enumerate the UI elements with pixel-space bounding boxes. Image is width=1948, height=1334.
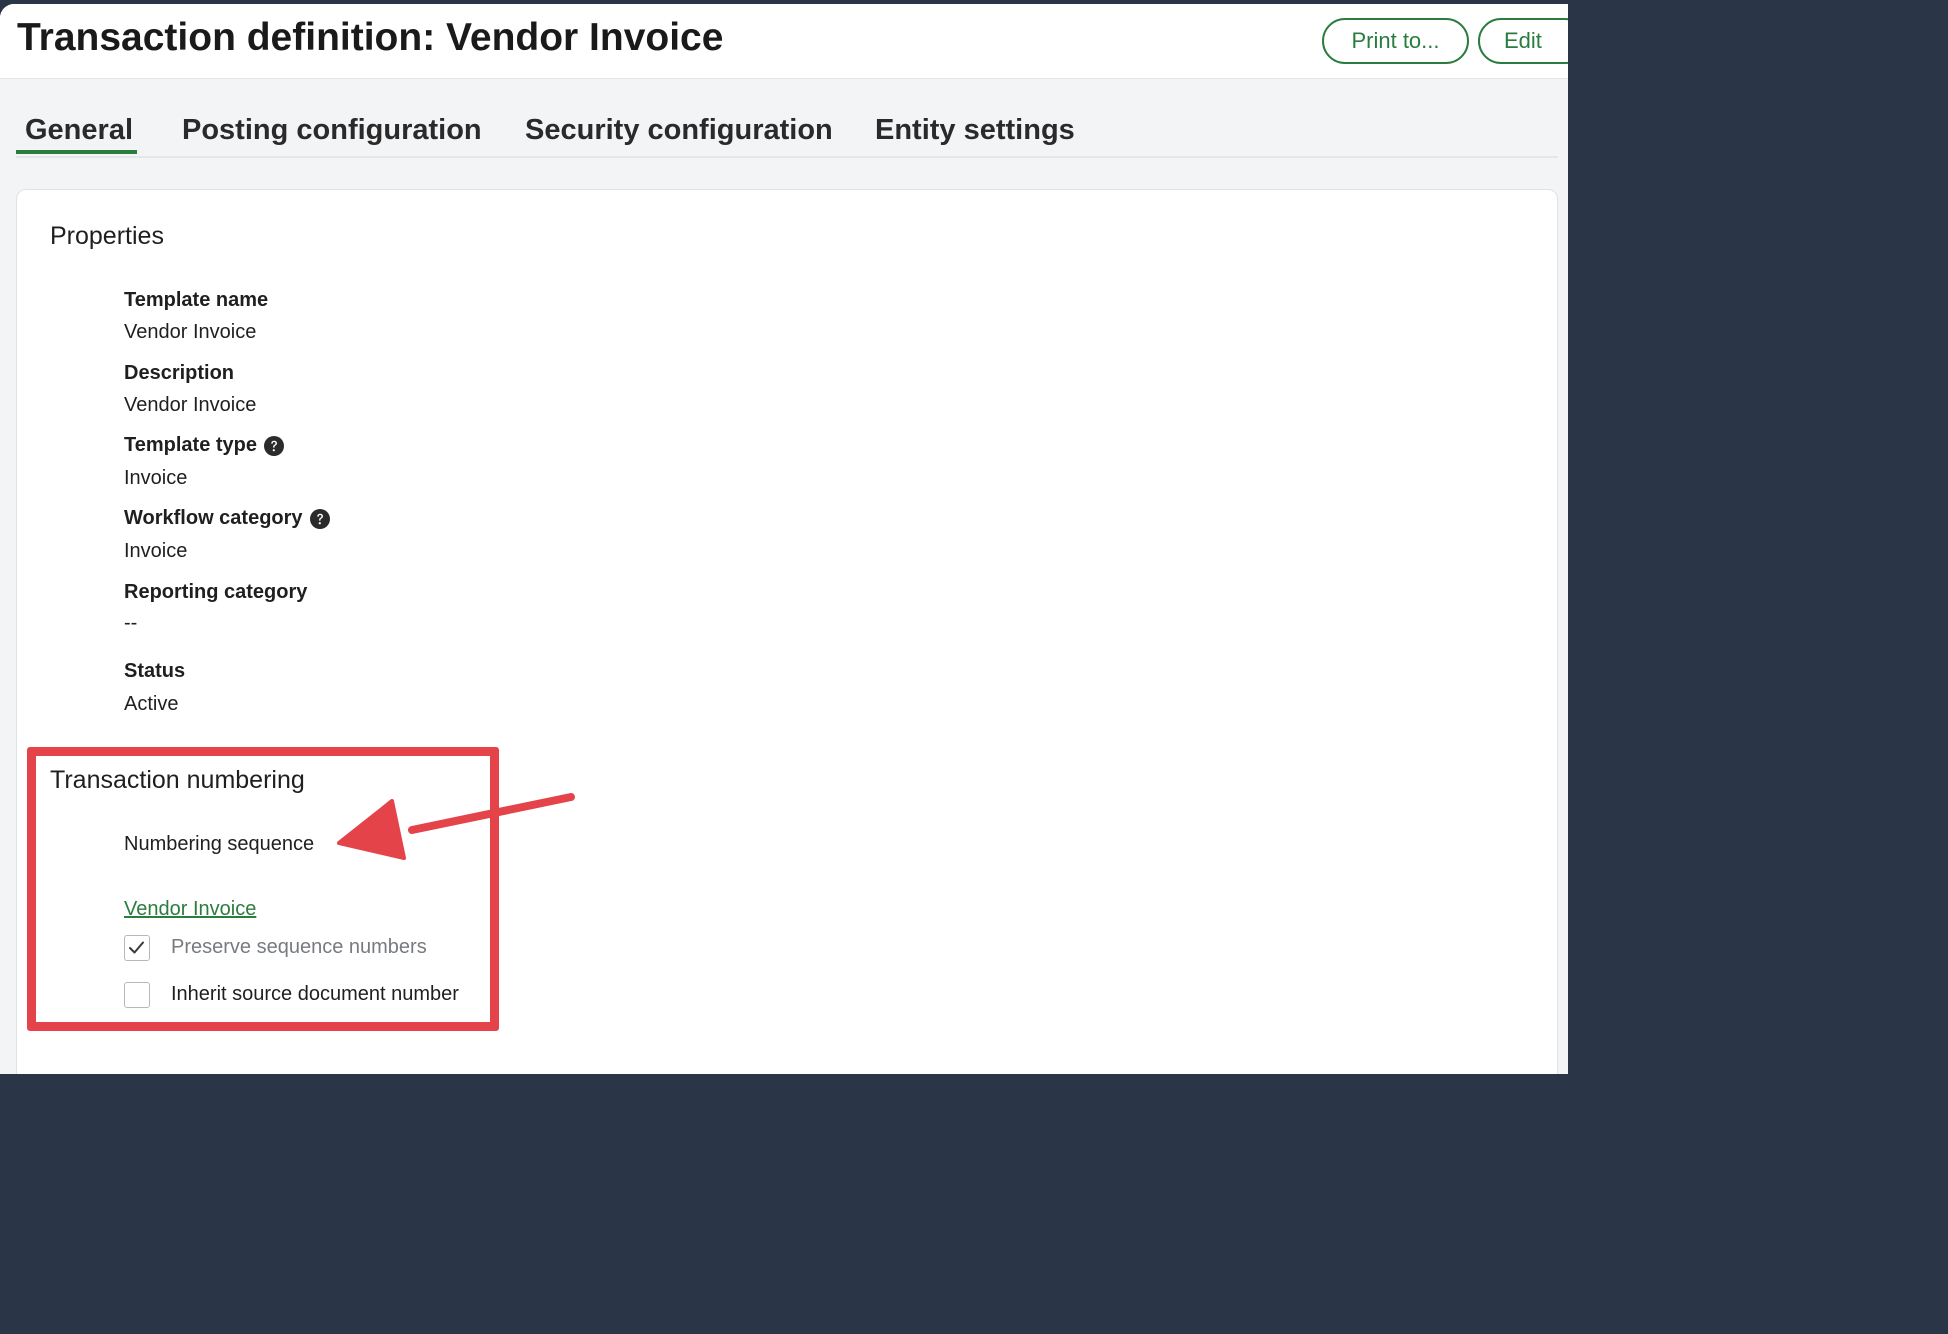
reporting-category-value: --	[124, 612, 138, 634]
template-type-label: Template type	[124, 434, 284, 457]
template-name-value: Vendor Invoice	[124, 321, 257, 343]
transaction-numbering-section-title: Transaction numbering	[50, 766, 305, 794]
reporting-category-label: Reporting category	[124, 581, 307, 604]
preserve-sequence-label: Preserve sequence numbers	[171, 936, 427, 958]
template-type-label-text: Template type	[124, 434, 257, 456]
print-to-button[interactable]: Print to...	[1322, 18, 1469, 64]
page-header: Transaction definition: Vendor Invoice P…	[0, 4, 1568, 79]
tab-posting-configuration[interactable]: Posting configuration	[182, 114, 482, 147]
tab-bar: General Posting configuration Security c…	[16, 84, 1558, 158]
description-label: Description	[124, 362, 234, 385]
template-name-label: Template name	[124, 289, 268, 312]
tab-security-configuration[interactable]: Security configuration	[525, 114, 833, 147]
description-label-text: Description	[124, 362, 235, 384]
status-label-text: Status	[124, 660, 186, 682]
numbering-sequence-label: Numbering sequence	[124, 833, 315, 855]
edit-button[interactable]: Edit	[1478, 18, 1568, 64]
app-window: Transaction definition: Vendor Invoice P…	[0, 4, 1568, 1074]
preserve-sequence-checkbox[interactable]	[124, 935, 150, 961]
inherit-source-number-checkbox[interactable]	[124, 982, 150, 1008]
status-label: Status	[124, 660, 185, 683]
general-panel: Properties Template name Vendor Invoice …	[16, 189, 1558, 1074]
template-name-label-text: Template name	[124, 289, 269, 311]
status-value: Active	[124, 693, 179, 715]
reporting-category-label-text: Reporting category	[124, 581, 308, 603]
question-circle-icon[interactable]	[309, 508, 330, 529]
tab-general[interactable]: General	[25, 114, 133, 147]
question-circle-icon[interactable]	[264, 435, 284, 456]
description-value: Vendor Invoice	[124, 394, 257, 416]
inherit-source-number-label: Inherit source document number	[171, 983, 459, 1005]
vendor-invoice-sequence-link[interactable]: Vendor Invoice	[124, 898, 256, 921]
workflow-category-value: Invoice	[124, 540, 188, 562]
template-type-value: Invoice	[124, 467, 188, 489]
page-title: Transaction definition: Vendor Invoice	[17, 16, 724, 59]
workflow-category-label: Workflow category	[124, 507, 330, 530]
properties-section-title: Properties	[50, 222, 164, 250]
tab-entity-settings[interactable]: Entity settings	[875, 114, 1075, 147]
checkmark-icon	[129, 941, 144, 954]
active-tab-indicator	[16, 150, 137, 154]
workflow-category-label-text: Workflow category	[124, 507, 303, 529]
